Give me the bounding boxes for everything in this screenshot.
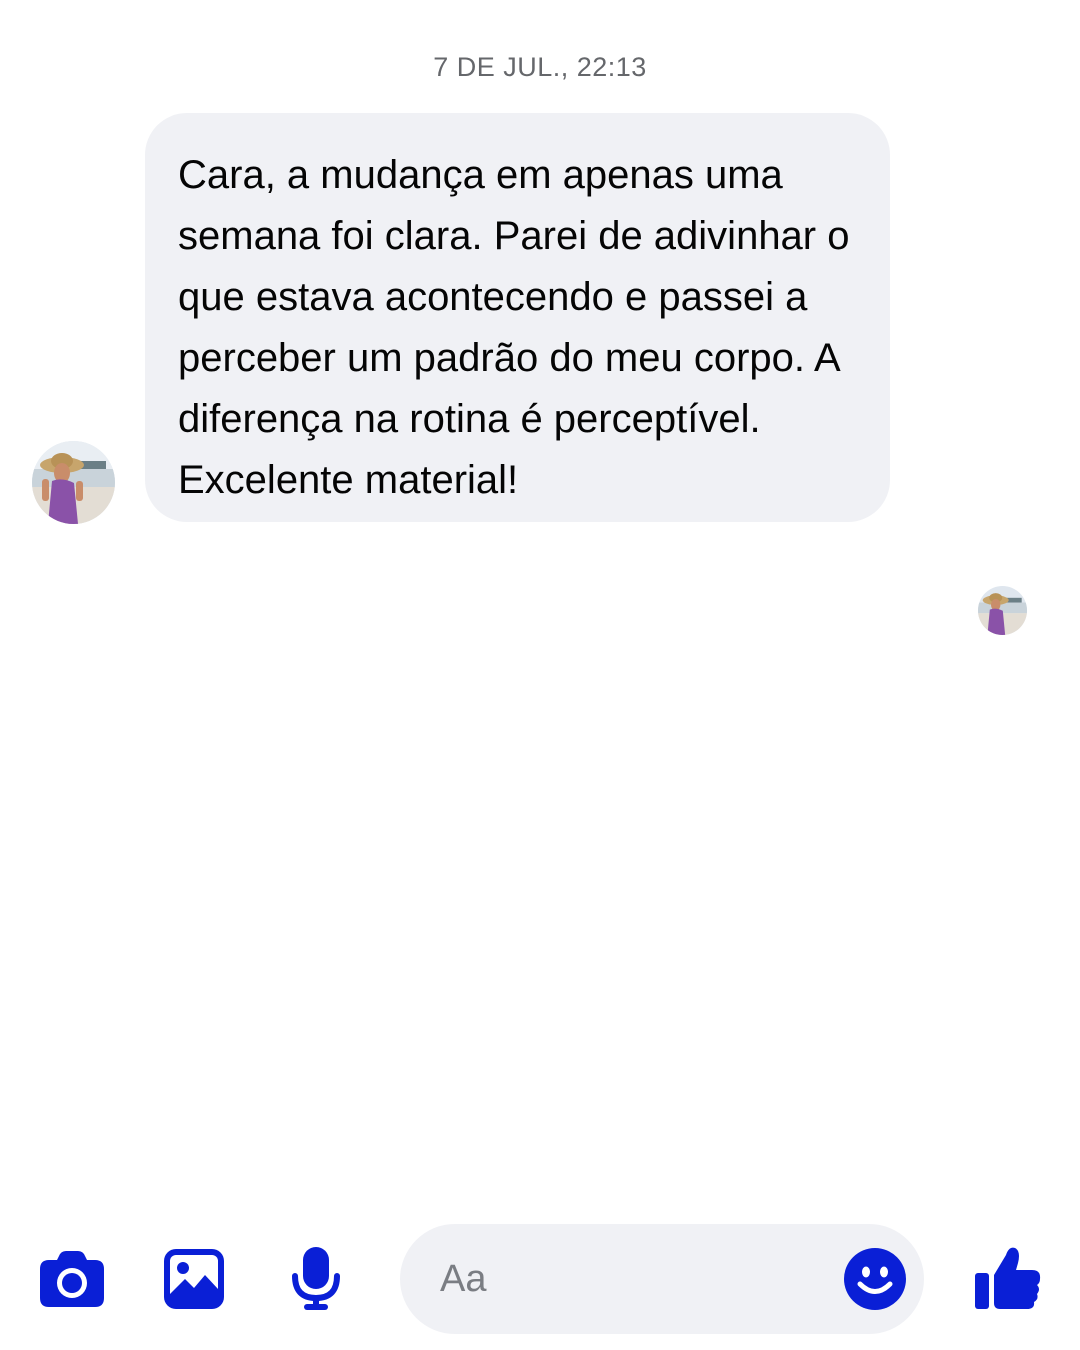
camera-icon <box>40 1251 104 1307</box>
message-input[interactable] <box>440 1248 820 1310</box>
gallery-button[interactable] <box>161 1246 227 1312</box>
message-text: Cara, a mudança em apenas uma semana foi… <box>178 153 850 502</box>
gallery-icon <box>164 1249 224 1309</box>
read-receipt-avatar <box>978 586 1027 635</box>
message-bubble[interactable]: Cara, a mudança em apenas uma semana foi… <box>145 113 890 522</box>
camera-button[interactable] <box>36 1246 108 1312</box>
microphone-button[interactable] <box>285 1244 347 1314</box>
chat-screen: 7 DE JUL., 22:13 Cara, a mudança em apen… <box>0 0 1080 1350</box>
avatar-photo-icon <box>978 586 1027 635</box>
message-timestamp: 7 DE JUL., 22:13 <box>433 52 647 82</box>
emoji-icon <box>844 1248 906 1310</box>
like-button[interactable] <box>970 1242 1046 1314</box>
thumbs-up-icon <box>975 1247 1041 1309</box>
message-input-container <box>400 1224 924 1334</box>
emoji-button[interactable] <box>842 1246 908 1312</box>
avatar-photo-icon <box>32 441 115 524</box>
microphone-icon <box>292 1247 340 1310</box>
composer-bar <box>0 1220 1080 1340</box>
sender-avatar[interactable] <box>32 441 115 524</box>
